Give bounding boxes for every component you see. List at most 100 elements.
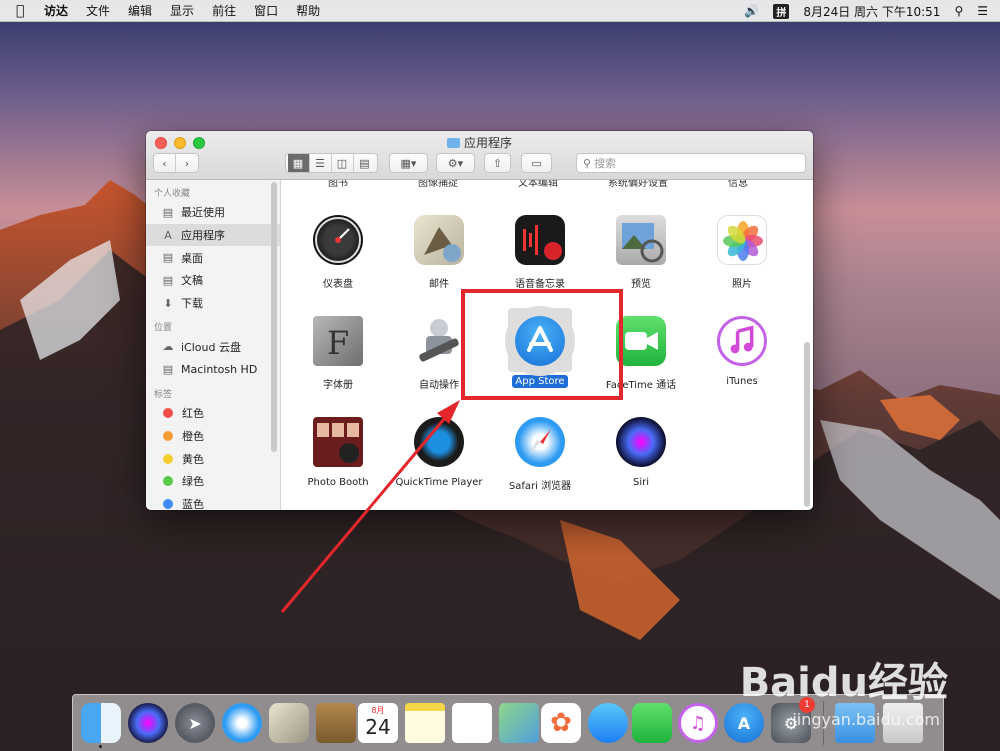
notification-center-icon[interactable]: ☰ xyxy=(977,4,988,18)
tag-button[interactable]: ▭ xyxy=(521,153,552,173)
calendar-icon[interactable]: 8月 24 xyxy=(358,703,398,743)
action-gear-button[interactable]: ⚙▾ xyxy=(436,153,475,173)
app-preview[interactable]: 预览 xyxy=(591,215,691,290)
annotation-highlight-box xyxy=(461,289,623,400)
tag-dot-icon xyxy=(163,430,173,441)
app-font-book[interactable]: F 字体册 xyxy=(288,316,388,391)
facetime-icon[interactable] xyxy=(632,703,672,743)
itunes-icon xyxy=(717,316,767,366)
share-button[interactable]: ⇧ xyxy=(484,153,511,173)
sidebar-heading-tags: 标签 xyxy=(154,389,173,400)
menu-view[interactable]: 显示 xyxy=(170,2,194,19)
group-by-button[interactable]: ▦▾ xyxy=(389,153,428,173)
sidebar-item-tag-yellow[interactable]: 黄色 xyxy=(146,447,280,470)
app-quicktime[interactable]: QuickTime Player xyxy=(389,417,489,488)
app-label-cut: 图像捕捉 xyxy=(418,180,458,189)
window-toolbar: 应用程序 ‹ › ▦ ☰ ◫ ▤ ▦▾ ⚙▾ ⇧ ▭ ⚲ 搜索 xyxy=(146,131,813,180)
folder-icon xyxy=(446,138,460,148)
spotlight-icon[interactable]: ⚲ xyxy=(954,4,963,18)
tag-dot-icon xyxy=(163,453,173,464)
menu-window[interactable]: 窗口 xyxy=(254,2,278,19)
sidebar-item-recents[interactable]: ▤ 最近使用 xyxy=(146,201,280,224)
sidebar-item-documents[interactable]: ▤ 文稿 xyxy=(146,269,280,292)
tag-dot-icon xyxy=(163,408,173,419)
column-view-button[interactable]: ◫ xyxy=(332,154,354,172)
mail-icon[interactable] xyxy=(269,703,309,743)
messages-icon[interactable] xyxy=(588,703,628,743)
back-forward-control: ‹ › xyxy=(153,153,199,173)
launchpad-icon[interactable]: ➤ xyxy=(175,703,215,743)
app-voice-memos[interactable]: 语音备忘录 xyxy=(490,215,590,290)
photos-icon[interactable]: ✿ xyxy=(541,703,581,743)
contacts-icon[interactable] xyxy=(316,703,356,743)
app-mail[interactable]: 邮件 xyxy=(389,215,489,290)
sidebar-item-downloads[interactable]: ⬇ 下载 xyxy=(146,292,280,315)
safari-icon xyxy=(515,417,565,467)
forward-button[interactable]: › xyxy=(176,154,198,172)
itunes-icon[interactable]: ♫ xyxy=(678,703,718,743)
watermark-logo: Baidu经验 xyxy=(739,660,948,706)
sidebar-heading-favorites: 个人收藏 xyxy=(154,189,191,199)
sidebar-item-tag-red[interactable]: 红色 xyxy=(146,402,280,425)
maps-icon[interactable] xyxy=(499,703,539,743)
sidebar-item-tag-green[interactable]: 绿色 xyxy=(146,470,280,493)
gallery-view-button[interactable]: ▤ xyxy=(354,154,376,172)
facetime-icon xyxy=(616,316,666,366)
content-scrollbar[interactable] xyxy=(804,342,810,507)
app-dashboard[interactable]: 仪表盘 xyxy=(288,215,388,290)
sidebar: 个人收藏 ▤ 最近使用 A 应用程序 ▤ 桌面 ▤ 文稿 ⬇ 下载 位置 ☁ iCloud … xyxy=(146,180,281,510)
clock-icon: ▤ xyxy=(162,205,174,219)
app-label-cut: 图书 xyxy=(328,180,348,189)
photo-booth-icon xyxy=(313,417,363,467)
download-icon: ⬇ xyxy=(163,296,173,310)
menu-go[interactable]: 前往 xyxy=(212,2,236,19)
desktop-icon: ▤ xyxy=(162,251,174,265)
app-safari[interactable]: Safari 浏览器 xyxy=(490,417,590,492)
app-store-icon[interactable]: A xyxy=(724,703,764,743)
sidebar-scrollbar[interactable] xyxy=(271,182,277,452)
app-itunes[interactable]: iTunes xyxy=(692,316,792,387)
app-photos[interactable]: 照片 xyxy=(692,215,792,290)
sidebar-item-tag-blue[interactable]: 蓝色 xyxy=(146,493,280,510)
notes-icon[interactable] xyxy=(405,703,445,743)
menu-bar:  访达 文件 编辑 显示 前往 窗口 帮助 🔊 拼 8月24日 周六 下午10… xyxy=(0,0,1000,22)
datetime-clock[interactable]: 8月24日 周六 下午10:51 xyxy=(803,3,940,20)
document-icon: ▤ xyxy=(162,273,174,287)
finder-icon[interactable] xyxy=(81,703,121,743)
search-field[interactable]: ⚲ 搜索 xyxy=(576,153,806,173)
back-button[interactable]: ‹ xyxy=(154,154,176,172)
quicktime-icon xyxy=(414,417,464,467)
window-title: 应用程序 xyxy=(146,134,813,151)
menu-finder[interactable]: 访达 xyxy=(44,2,68,19)
font-book-icon: F xyxy=(313,316,363,366)
cloud-icon: ☁ xyxy=(162,340,174,354)
apple-icon[interactable]:  xyxy=(16,3,34,19)
tag-dot-icon xyxy=(163,498,173,509)
input-method-icon[interactable]: 拼 xyxy=(773,3,790,19)
volume-icon[interactable]: 🔊 xyxy=(744,4,759,18)
view-mode-control: ▦ ☰ ◫ ▤ xyxy=(285,153,378,173)
menu-help[interactable]: 帮助 xyxy=(296,2,320,19)
icon-view-button[interactable]: ▦ xyxy=(287,154,310,172)
menu-edit[interactable]: 编辑 xyxy=(128,2,152,19)
tag-dot-icon xyxy=(163,476,173,487)
reminders-icon[interactable] xyxy=(452,703,492,743)
app-photo-booth[interactable]: Photo Booth xyxy=(288,417,388,488)
app-label-cut: 文本编辑 xyxy=(518,180,558,189)
siri-icon[interactable] xyxy=(128,703,168,743)
search-icon: ⚲ xyxy=(583,156,592,170)
watermark-url: jingyan.baidu.com xyxy=(792,710,940,729)
sidebar-item-desktop[interactable]: ▤ 桌面 xyxy=(146,246,280,269)
safari-icon[interactable] xyxy=(222,703,262,743)
running-indicator xyxy=(99,745,102,748)
sidebar-item-icloud[interactable]: ☁ iCloud 云盘 xyxy=(146,335,280,358)
automator-icon xyxy=(414,316,464,366)
preview-icon xyxy=(616,215,666,265)
sidebar-item-macintosh-hd[interactable]: ▤ Macintosh HD xyxy=(146,358,280,381)
list-view-button[interactable]: ☰ xyxy=(310,154,332,172)
menu-file[interactable]: 文件 xyxy=(86,2,110,19)
sidebar-item-tag-orange[interactable]: 橙色 xyxy=(146,425,280,448)
photos-icon xyxy=(717,215,767,265)
sidebar-item-applications[interactable]: A 应用程序 xyxy=(146,223,280,247)
app-siri[interactable]: Siri xyxy=(591,417,691,488)
